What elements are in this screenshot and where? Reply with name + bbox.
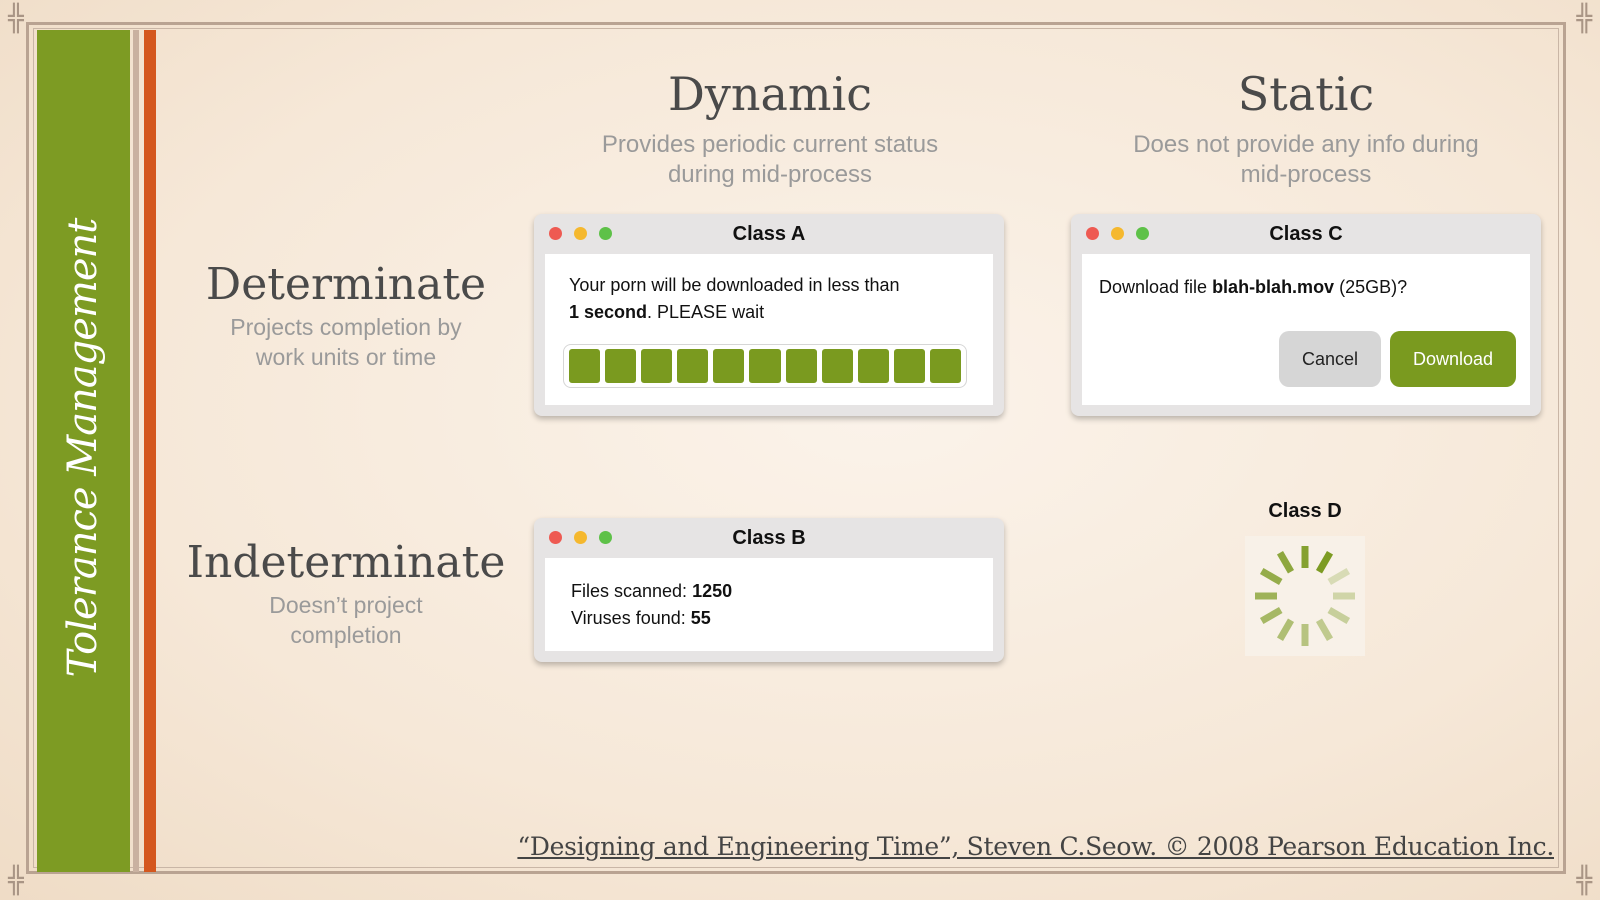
column-subtitle: Does not provide any info during mid-pro… xyxy=(1096,130,1516,190)
window-content: Files scanned: 1250 Viruses found: 55 xyxy=(545,558,993,651)
column-title: Dynamic xyxy=(667,67,872,121)
window-title: Class C xyxy=(1269,223,1343,245)
window-title: Class B xyxy=(732,527,806,549)
scan-status: Files scanned: 1250 Viruses found: 55 xyxy=(571,578,732,632)
corner-ornament-icon: ╬ xyxy=(8,4,24,34)
prompt-text: Download file xyxy=(1099,277,1213,297)
progress-segment xyxy=(857,349,889,383)
spinner-graphic xyxy=(1255,546,1355,646)
prompt-filename: blah-blah.mov xyxy=(1212,277,1335,297)
viruses-found-label: Viruses found: xyxy=(571,608,691,628)
download-button[interactable]: Download xyxy=(1390,331,1516,387)
progress-segment xyxy=(605,349,637,383)
sidebar-divider xyxy=(133,30,139,872)
progress-segment xyxy=(929,349,962,383)
window-titlebar[interactable]: Class C xyxy=(1071,214,1541,254)
message-emphasis: 1 second xyxy=(569,302,648,322)
files-scanned-value: 1250 xyxy=(692,581,733,601)
progress-segment xyxy=(713,349,745,383)
window-title: Class A xyxy=(732,223,806,245)
progress-segment xyxy=(749,349,781,383)
progress-segment xyxy=(677,349,709,383)
download-message: Your porn will be downloaded in less tha… xyxy=(569,272,900,326)
column-header-dynamic: Dynamic Provides periodic current status… xyxy=(560,66,980,190)
prompt-size: (25GB)? xyxy=(1334,277,1408,297)
row-header-determinate: Determinate Projects completion by work … xyxy=(176,258,516,372)
corner-ornament-icon: ╬ xyxy=(1576,4,1592,34)
row-subtitle-line: Doesn’t project xyxy=(269,592,423,618)
row-subtitle-line: completion xyxy=(290,622,402,648)
progress-bar xyxy=(563,344,967,388)
class-a-window: Class A Your porn will be downloaded in … xyxy=(534,214,1004,416)
row-header-indeterminate: Indeterminate Doesn’t project completion xyxy=(176,536,516,650)
window-titlebar[interactable]: Class A xyxy=(534,214,1004,254)
column-subtitle-line: mid-process xyxy=(1240,161,1372,188)
files-scanned-label: Files scanned: xyxy=(571,581,693,601)
sidebar-title: Tolerance Management xyxy=(60,218,106,678)
spinner-spoke xyxy=(1259,567,1283,586)
progress-segment xyxy=(785,349,817,383)
window-content: Download file blah-blah.mov (25GB)? Canc… xyxy=(1082,254,1530,405)
message-text: . PLEASE wait xyxy=(647,302,765,322)
spinner-spoke xyxy=(1315,618,1334,642)
column-title: Static xyxy=(1237,67,1375,121)
row-subtitle: Projects completion by work units or tim… xyxy=(176,312,516,372)
loading-spinner-icon xyxy=(1245,536,1365,656)
viruses-found-value: 55 xyxy=(690,608,711,628)
progress-segment xyxy=(893,349,925,383)
viruses-found: Viruses found: 55 xyxy=(571,605,732,632)
column-subtitle-line: during mid-process xyxy=(667,161,873,188)
row-subtitle: Doesn’t project completion xyxy=(176,590,516,650)
corner-ornament-icon: ╬ xyxy=(1576,866,1592,896)
spinner-spoke xyxy=(1315,550,1334,574)
files-scanned: Files scanned: 1250 xyxy=(571,578,732,605)
column-subtitle-line: Does not provide any info during xyxy=(1133,131,1479,158)
row-title: Indeterminate xyxy=(186,537,506,588)
sidebar-accent-stripe xyxy=(144,30,156,872)
progress-segment xyxy=(569,349,601,383)
message-line: Your porn will be downloaded in less tha… xyxy=(569,275,900,295)
cancel-button[interactable]: Cancel xyxy=(1279,331,1381,387)
message-line: 1 second. PLEASE wait xyxy=(569,299,900,326)
spinner-spoke xyxy=(1276,618,1295,642)
class-d-label: Class D xyxy=(1268,500,1342,522)
progress-segment xyxy=(821,349,853,383)
spinner-spoke xyxy=(1327,606,1351,625)
spinner-spoke xyxy=(1259,606,1283,625)
corner-ornament-icon: ╬ xyxy=(8,866,24,896)
progress-segment xyxy=(641,349,673,383)
spinner-spoke xyxy=(1276,550,1295,574)
spinner-spoke xyxy=(1327,567,1351,586)
window-titlebar[interactable]: Class B xyxy=(534,518,1004,558)
row-subtitle-line: Projects completion by xyxy=(230,314,462,340)
class-b-window: Class B Files scanned: 1250 Viruses foun… xyxy=(534,518,1004,662)
citation: “Designing and Engineering Time”, Steven… xyxy=(517,832,1554,861)
download-prompt: Download file blah-blah.mov (25GB)? xyxy=(1099,274,1407,301)
row-title: Determinate xyxy=(205,259,487,310)
column-subtitle: Provides periodic current status during … xyxy=(560,130,980,190)
column-subtitle-line: Provides periodic current status xyxy=(601,131,939,158)
row-subtitle-line: work units or time xyxy=(255,344,437,370)
window-content: Your porn will be downloaded in less tha… xyxy=(545,254,993,405)
column-header-static: Static Does not provide any info during … xyxy=(1096,66,1516,190)
class-c-window: Class C Download file blah-blah.mov (25G… xyxy=(1071,214,1541,416)
